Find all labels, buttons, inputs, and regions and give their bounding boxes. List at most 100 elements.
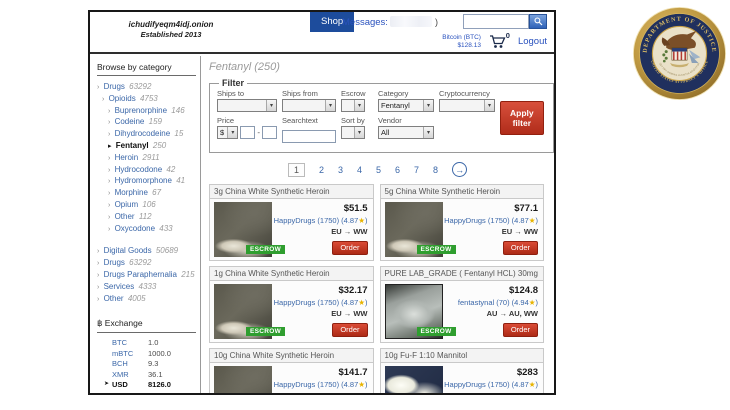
category-count: 146 bbox=[171, 106, 184, 115]
chevron-down-icon: ▾ bbox=[423, 100, 433, 111]
chevron-down-icon: ▾ bbox=[423, 127, 433, 138]
section-link[interactable]: Other bbox=[104, 294, 124, 303]
escrow-badge: ESCROW bbox=[246, 327, 285, 336]
section-link[interactable]: Digital Goods bbox=[104, 246, 152, 255]
cryptocurrency-select[interactable]: ▾ bbox=[439, 99, 495, 112]
category-count: 63292 bbox=[129, 82, 151, 91]
category-link[interactable]: Hydrocodone bbox=[115, 165, 163, 174]
vendor-text: HappyDrugs (1750) (4.87 bbox=[274, 216, 359, 225]
established-label: Established 2013 bbox=[98, 30, 244, 39]
next-page-button[interactable]: → bbox=[452, 162, 467, 177]
product-title-link[interactable]: PURE LAB_GRADE ( Fentanyl HCL) 30mg bbox=[380, 266, 545, 281]
category-link[interactable]: Drugs bbox=[104, 82, 125, 91]
page-link[interactable]: 4 bbox=[357, 165, 362, 175]
page-link[interactable]: 2 bbox=[319, 165, 324, 175]
vendor-text: HappyDrugs (1750) (4.87 bbox=[274, 298, 359, 307]
vendor-label: Vendor bbox=[378, 116, 434, 125]
category-sections: Digital Goods 50689 Drugs 63292 Drugs Pa… bbox=[97, 245, 196, 304]
page-link[interactable]: 6 bbox=[395, 165, 400, 175]
ships-from-select[interactable]: ▾ bbox=[282, 99, 336, 112]
category-count: 67 bbox=[152, 188, 161, 197]
product-price: $77.1 bbox=[444, 203, 538, 214]
product-title-link[interactable]: 5g China White Synthetic Heroin bbox=[380, 184, 545, 199]
category-item: Fentanyl 250 bbox=[97, 140, 196, 152]
body-row: Browse by category Drugs 63292 Opioids 4… bbox=[90, 56, 554, 393]
sort-by-select[interactable]: ▾ bbox=[341, 126, 365, 139]
cart-button[interactable]: 0 bbox=[489, 33, 510, 50]
category-item: Buprenorphine 146 bbox=[97, 105, 196, 117]
searchtext-label: Searchtext bbox=[282, 116, 336, 125]
search-input[interactable] bbox=[463, 14, 529, 29]
searchtext-input[interactable] bbox=[282, 130, 336, 143]
vendor-select[interactable]: All ▾ bbox=[378, 126, 434, 139]
vendor-link[interactable]: HappyDrugs (1750) (4.87★) bbox=[274, 380, 368, 389]
ships-to-select[interactable]: ▾ bbox=[217, 99, 277, 112]
onion-address: ichudifyeqm4idj.onion bbox=[98, 20, 244, 29]
product-photo[interactable] bbox=[385, 366, 443, 393]
category-link[interactable]: Opioids bbox=[109, 94, 136, 103]
section-link[interactable]: Drugs Paraphernalia bbox=[104, 270, 177, 279]
redacted-username bbox=[390, 16, 432, 27]
exchange-rate-row: BTC 1.0 bbox=[97, 338, 196, 349]
page-title: Fentanyl (250) bbox=[209, 61, 546, 73]
vendor-link[interactable]: HappyDrugs (1750) (4.87★) bbox=[444, 380, 538, 389]
category-count: 2911 bbox=[142, 153, 159, 162]
page-link[interactable]: 8 bbox=[433, 165, 438, 175]
product-title-link[interactable]: 10g Fu-F 1:10 Mannitol bbox=[380, 348, 545, 363]
category-item: Opioids 4753 bbox=[97, 93, 196, 105]
category-link[interactable]: Buprenorphine bbox=[115, 106, 167, 115]
product-title-link[interactable]: 10g China White Synthetic Heroin bbox=[209, 348, 374, 363]
section-link[interactable]: Drugs bbox=[104, 258, 125, 267]
category-link[interactable]: Oxycodone bbox=[115, 224, 155, 233]
category-select[interactable]: Fentanyl ▾ bbox=[378, 99, 434, 112]
category-link[interactable]: Codeine bbox=[115, 117, 145, 126]
order-button[interactable]: Order bbox=[332, 241, 367, 255]
bitcoin-rate-block: Bitcoin (BTC) $128.13 bbox=[442, 34, 481, 50]
page-link[interactable]: 5 bbox=[376, 165, 381, 175]
product-title-link[interactable]: 1g China White Synthetic Heroin bbox=[209, 266, 374, 281]
price-max-input[interactable] bbox=[262, 126, 277, 139]
product-info: $141.7 HappyDrugs (1750) (4.87★) EU → WW bbox=[274, 367, 368, 393]
order-button[interactable]: Order bbox=[332, 323, 367, 337]
price-min-input[interactable] bbox=[240, 126, 255, 139]
search-button[interactable] bbox=[529, 14, 547, 29]
exchange-rates: BTC 1.0 mBTC 1000.0 BCH 9.3 bbox=[97, 338, 196, 393]
category-link[interactable]: Hydromorphone bbox=[115, 176, 172, 185]
vendor-link[interactable]: fentastynal (70) (4.94★) bbox=[458, 298, 538, 307]
page-link[interactable]: 3 bbox=[338, 165, 343, 175]
category-link[interactable]: Morphine bbox=[115, 188, 148, 197]
category-link[interactable]: Opium bbox=[115, 200, 139, 209]
site-header: ichudifyeqm4idj.onion Established 2013 S… bbox=[90, 12, 554, 54]
vendor-link[interactable]: HappyDrugs (1750) (4.87★) bbox=[444, 216, 538, 225]
vendor-text-close: ) bbox=[365, 216, 368, 225]
cart-icon bbox=[489, 34, 506, 50]
logout-link[interactable]: Logout bbox=[518, 36, 547, 47]
page-link[interactable]: 1 bbox=[288, 163, 305, 177]
price-controls: $ ▾ - bbox=[217, 126, 277, 139]
messages-link[interactable]: Messages: 0 bbox=[342, 17, 396, 28]
category-link[interactable]: Fentanyl bbox=[116, 141, 149, 150]
apply-filter-button[interactable]: Apply filter bbox=[500, 101, 544, 135]
category-link[interactable]: Dihydrocodeine bbox=[115, 129, 171, 138]
price-currency-select[interactable]: $ ▾ bbox=[217, 126, 238, 139]
product-price: $51.5 bbox=[274, 203, 368, 214]
escrow-badge: ESCROW bbox=[417, 327, 456, 336]
category-link[interactable]: Heroin bbox=[115, 153, 139, 162]
product-title-link[interactable]: 3g China White Synthetic Heroin bbox=[209, 184, 374, 199]
order-button[interactable]: Order bbox=[503, 323, 538, 337]
currency-value: 8126.0 bbox=[148, 380, 171, 391]
product-photo[interactable] bbox=[214, 366, 272, 393]
product-card: 1g China White Synthetic Heroin ESCROW $… bbox=[209, 266, 374, 343]
page-link[interactable]: 7 bbox=[414, 165, 419, 175]
exchange-rate-row: USD 8126.0 bbox=[97, 380, 196, 391]
escrow-select[interactable]: ▾ bbox=[341, 99, 365, 112]
order-button[interactable]: Order bbox=[503, 241, 538, 255]
category-link[interactable]: Other bbox=[115, 212, 135, 221]
sidebar: Browse by category Drugs 63292 Opioids 4… bbox=[90, 56, 201, 393]
currency-code: BTC bbox=[112, 338, 148, 349]
category-item: Hydrocodone 42 bbox=[97, 164, 196, 176]
section-link[interactable]: Services bbox=[104, 282, 135, 291]
site-identity: ichudifyeqm4idj.onion Established 2013 bbox=[98, 20, 244, 39]
vendor-link[interactable]: HappyDrugs (1750) (4.87★) bbox=[274, 216, 368, 225]
vendor-link[interactable]: HappyDrugs (1750) (4.87★) bbox=[274, 298, 368, 307]
